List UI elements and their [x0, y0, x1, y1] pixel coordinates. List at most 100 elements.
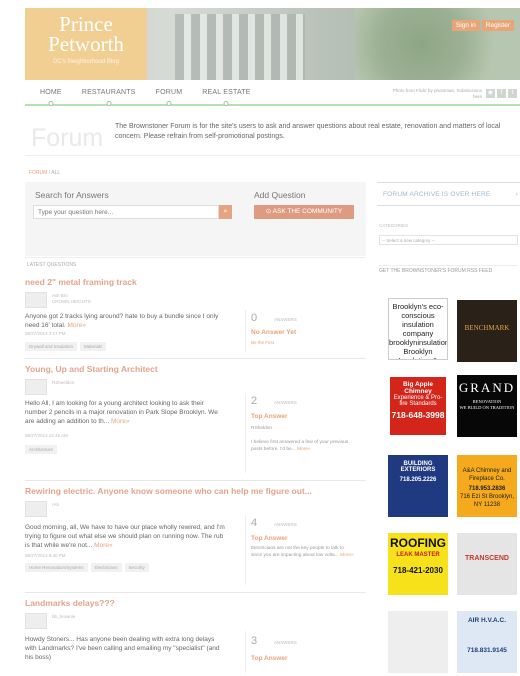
answer-snippet-text: Electricians are not the key people to t…	[251, 546, 344, 558]
answer-count: 3	[251, 635, 258, 647]
see-more-link[interactable]: More»	[297, 447, 311, 452]
question-date: 06/27/2013 3:17 PM	[25, 331, 66, 336]
be-first-link[interactable]: Be the First	[251, 340, 274, 345]
question-title[interactable]: Landmarks delays???	[25, 598, 115, 608]
tag[interactable]: Home Renovation/Systems	[25, 563, 88, 572]
ad-sub: Experience & Pro-fire Standards	[393, 395, 443, 407]
question-user[interactable]: Ask Bro CROWN HEIGHTS	[52, 293, 91, 305]
breadcrumb-forum-link[interactable]: FORUM	[29, 170, 47, 176]
answer-snippet: RSheldon I believe first answered a few …	[251, 425, 355, 453]
nav-item-real-estate[interactable]: REAL ESTATE	[202, 89, 250, 96]
search-input[interactable]	[33, 205, 219, 219]
ad-phone: 718-421-2030	[393, 566, 443, 575]
ad-benchmark[interactable]: BENCHMARK	[457, 300, 517, 362]
ad-title: A&A Chimney and Fireplace Co.	[462, 468, 512, 482]
facebook-icon[interactable]: f	[497, 89, 506, 98]
tag[interactable]: Security	[124, 563, 149, 572]
ad-grand-renovation[interactable]: GRAND RENOVATION WE BUILD ON TRADITION	[457, 375, 517, 437]
site-logo[interactable]: Prince Petworth DC's Neighborhood Blog	[25, 8, 147, 80]
question-title[interactable]: Young, Up and Starting Architect	[25, 364, 158, 374]
forum-archive-label: FORUM ARCHIVE IS OVER HERE	[383, 191, 491, 198]
rss-icon[interactable]: ◉	[486, 89, 495, 98]
ad-transcend[interactable]: TRANSCEND	[457, 533, 517, 595]
logo-line1: Prince	[59, 12, 113, 36]
divider	[245, 515, 246, 585]
logo-line2: Petworth	[48, 32, 124, 56]
ad-air-hvac[interactable]: AIR H.V.A.C. 718.831.9145	[457, 611, 517, 673]
ad-building-exteriors[interactable]: BUILDING EXTERIORS 718.205.2226	[388, 455, 448, 517]
breadcrumb-current: / ALL	[47, 170, 61, 176]
answer-count: 2	[251, 395, 258, 407]
answers-label: ANSWERS	[274, 640, 297, 645]
ad-address: 716 Ezi St Brooklyn, NY 11238	[459, 494, 515, 508]
avatar[interactable]	[25, 379, 47, 395]
header-tree-image	[355, 8, 520, 80]
divider	[245, 631, 246, 673]
search-label: Search for Answers	[35, 190, 109, 200]
ad-phone: 718.205.2226	[399, 477, 437, 483]
ad-text: TRANSCEND	[465, 555, 509, 562]
ask-community-label: ASK THE COMMUNITY	[272, 208, 343, 215]
ad-aa-chimney[interactable]: A&A Chimney and Fireplace Co. 718.953.28…	[457, 455, 517, 517]
twitter-icon[interactable]: t	[508, 89, 517, 98]
question-title[interactable]: need 2" metal framing track	[25, 277, 137, 287]
ad-brooklyn-insulation[interactable]: Brooklyn's eco-conscious insulation comp…	[388, 298, 448, 360]
question-item: need 2" metal framing track Ask Bro CROW…	[25, 272, 366, 359]
answer-status: Top Answer	[251, 535, 288, 542]
rss-feed-link[interactable]: GET THE BROWNSTONER'S FORUM RSS FEED	[379, 265, 518, 274]
ad-text: Brooklyn's eco-conscious insulation comp…	[389, 302, 447, 359]
more-link[interactable]: More»	[94, 542, 112, 549]
avatar[interactable]	[25, 613, 47, 629]
latest-questions-header: LATEST QUESTIONS	[27, 262, 77, 268]
page-title: Forum	[31, 124, 104, 152]
question-item: Landmarks delays??? bb_brownie Howdy Sto…	[25, 593, 366, 673]
breadcrumb: FORUM / ALL	[29, 170, 60, 176]
register-button[interactable]: Register	[481, 20, 514, 31]
question-user[interactable]: RSheeldon	[52, 380, 74, 386]
avatar[interactable]	[25, 501, 47, 517]
nav-item-forum[interactable]: FORUM	[156, 89, 183, 96]
question-user[interactable]: bb_brownie	[52, 614, 75, 620]
category-select[interactable]: -- Select a new category --	[379, 235, 518, 245]
more-link[interactable]: More»	[111, 418, 129, 425]
more-link[interactable]: More»	[67, 322, 85, 329]
ad-title: BUILDING EXTERIORS	[400, 461, 436, 473]
ad-kitchen-image[interactable]	[388, 611, 448, 673]
ad-phone: 718.953.2836	[468, 486, 506, 492]
ad-title: ROOFING	[390, 536, 446, 550]
question-title[interactable]: Rewiring electric. Anyone know someone w…	[25, 486, 312, 496]
categories-label: CATEGORIES	[379, 223, 409, 228]
search-button[interactable]: ⌕	[219, 205, 232, 219]
see-more-link[interactable]: More»	[340, 553, 354, 558]
ad-title: Big Apple Chimney	[402, 381, 434, 395]
answer-count: 4	[251, 517, 258, 529]
question-body: Hello All, I am looking for a young arch…	[25, 399, 225, 426]
sign-in-button[interactable]: Sign in	[451, 20, 480, 31]
nav-item-restaurants[interactable]: RESTAURANTS	[82, 89, 136, 96]
avatar[interactable]	[25, 292, 47, 308]
divider	[245, 393, 246, 473]
answer-status: Top Answer	[251, 655, 288, 662]
tag[interactable]: Materials	[80, 342, 107, 351]
main-nav: HOME RESTAURANTS FORUM REAL ESTATE Photo…	[25, 80, 520, 106]
forum-archive-link[interactable]: FORUM ARCHIVE IS OVER HERE ›	[377, 182, 520, 206]
ad-text: BENCHMARK	[464, 324, 510, 332]
answers-label: ANSWERS	[274, 317, 297, 322]
tag[interactable]: Electricians	[90, 563, 122, 572]
ad-sub: LEAK MASTER	[396, 552, 440, 558]
question-item: Young, Up and Starting Architect RSheeld…	[25, 359, 366, 481]
header-building-image	[175, 14, 305, 80]
forum-description: The Brownstoner Forum is for the site's …	[115, 123, 501, 140]
ad-roofing-leak-master[interactable]: ROOFING LEAK MASTER 718-421-2030	[388, 533, 448, 595]
tag[interactable]: Architecture	[25, 445, 58, 454]
ask-community-button[interactable]: ⊙ ASK THE COMMUNITY	[254, 205, 354, 219]
question-user[interactable]: rAh	[52, 502, 59, 508]
add-question-label: Add Question	[254, 190, 306, 200]
answer-status: Top Answer	[251, 413, 288, 420]
nav-item-home[interactable]: HOME	[40, 89, 62, 96]
tag[interactable]: Drywall and Insulation	[25, 342, 78, 351]
forum-intro: Forum The Brownstoner Forum is for the s…	[25, 114, 520, 156]
question-tags: Home Renovation/Systems Electricians Sec…	[25, 563, 149, 572]
ad-big-apple-chimney[interactable]: Big Apple Chimney Experience & Pro-fire …	[388, 375, 448, 437]
question-icon: ⊙	[265, 208, 273, 215]
